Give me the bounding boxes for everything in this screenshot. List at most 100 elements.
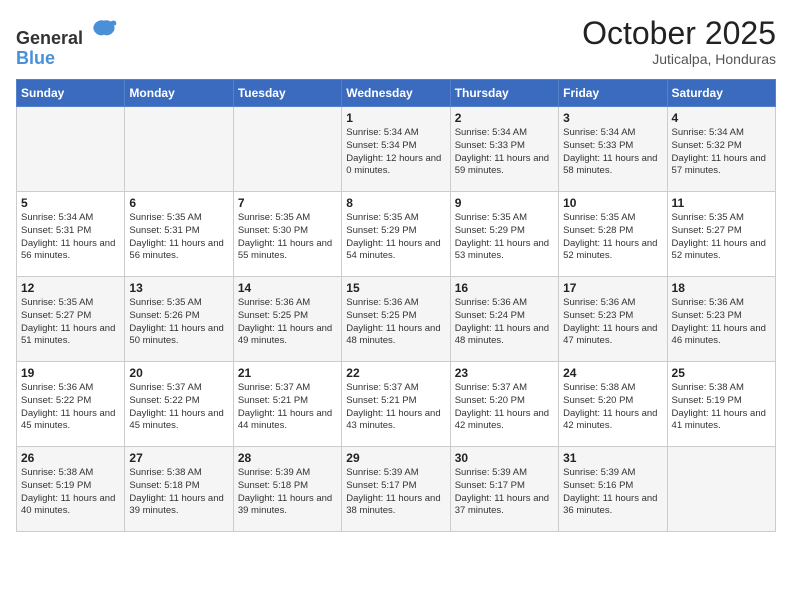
day-info: Sunrise: 5:35 AMSunset: 5:27 PMDaylight:… xyxy=(672,212,771,263)
week-row-1: 1Sunrise: 5:34 AMSunset: 5:34 PMDaylight… xyxy=(17,107,776,192)
calendar-cell: 19Sunrise: 5:36 AMSunset: 5:22 PMDayligh… xyxy=(17,362,125,447)
calendar-cell: 14 Sunrise: 5:36 AMSunset: 5:25 PMDayligh… xyxy=(233,277,341,362)
calendar-cell: 30 Sunrise: 5:39 AMSunset: 5:17 PMDayligh… xyxy=(450,447,558,532)
day-info: Sunrise: 5:35 AMSunset: 5:28 PMDaylight:… xyxy=(563,212,662,263)
day-number: 7 xyxy=(238,196,337,210)
day-info: Sunrise: 5:38 AMSunset: 5:20 PMDaylight:… xyxy=(563,382,662,433)
day-number: 18 xyxy=(672,281,771,295)
logo: General Blue xyxy=(16,16,118,69)
calendar-cell: 1Sunrise: 5:34 AMSunset: 5:34 PMDaylight… xyxy=(342,107,450,192)
day-number: 8 xyxy=(346,196,445,210)
calendar-cell: 16 Sunrise: 5:36 AMSunset: 5:24 PMDayligh… xyxy=(450,277,558,362)
week-row-4: 19Sunrise: 5:36 AMSunset: 5:22 PMDayligh… xyxy=(17,362,776,447)
day-info: Sunrise: 5:35 AMSunset: 5:29 PMDaylight:… xyxy=(455,212,554,263)
day-info: Sunrise: 5:38 AMSunset: 5:19 PMDaylight:… xyxy=(21,467,120,518)
day-number: 3 xyxy=(563,111,662,125)
calendar-cell: 21Sunrise: 5:37 AMSunset: 5:21 PMDayligh… xyxy=(233,362,341,447)
day-number: 13 xyxy=(129,281,228,295)
day-info: Sunrise: 5:35 AMSunset: 5:26 PMDaylight:… xyxy=(129,297,228,348)
col-header-monday: Monday xyxy=(125,80,233,107)
col-header-sunday: Sunday xyxy=(17,80,125,107)
day-info: Sunrise: 5:36 AMSunset: 5:22 PMDaylight:… xyxy=(21,382,120,433)
day-info: Sunrise: 5:34 AMSunset: 5:32 PMDaylight:… xyxy=(672,127,771,178)
day-info: Sunrise: 5:36 AMSunset: 5:25 PMDaylight:… xyxy=(346,297,445,348)
day-info: Sunrise: 5:34 AMSunset: 5:31 PMDaylight:… xyxy=(21,212,120,263)
calendar-cell: 6 Sunrise: 5:35 AMSunset: 5:31 PMDaylight… xyxy=(125,192,233,277)
calendar-cell: 25Sunrise: 5:38 AMSunset: 5:19 PMDayligh… xyxy=(667,362,775,447)
calendar-cell: 15Sunrise: 5:36 AMSunset: 5:25 PMDayligh… xyxy=(342,277,450,362)
day-number: 4 xyxy=(672,111,771,125)
day-info: Sunrise: 5:37 AMSunset: 5:21 PMDaylight:… xyxy=(346,382,445,433)
day-info: Sunrise: 5:38 AMSunset: 5:18 PMDaylight:… xyxy=(129,467,228,518)
calendar-cell: 17Sunrise: 5:36 AMSunset: 5:23 PMDayligh… xyxy=(559,277,667,362)
calendar-cell: 20 Sunrise: 5:37 AMSunset: 5:22 PMDayligh… xyxy=(125,362,233,447)
day-info: Sunrise: 5:36 AMSunset: 5:24 PMDaylight:… xyxy=(455,297,554,348)
day-number: 26 xyxy=(21,451,120,465)
month-title: October 2025 xyxy=(582,16,776,51)
calendar-cell: 12 Sunrise: 5:35 AMSunset: 5:27 PMDayligh… xyxy=(17,277,125,362)
calendar-cell: 11 Sunrise: 5:35 AMSunset: 5:27 PMDayligh… xyxy=(667,192,775,277)
logo-blue: Blue xyxy=(16,48,55,68)
day-info: Sunrise: 5:39 AMSunset: 5:18 PMDaylight:… xyxy=(238,467,337,518)
day-info: Sunrise: 5:34 AMSunset: 5:33 PMDaylight:… xyxy=(455,127,554,178)
calendar-cell xyxy=(17,107,125,192)
title-block: October 2025 Juticalpa, Honduras xyxy=(582,16,776,67)
day-info: Sunrise: 5:36 AMSunset: 5:25 PMDaylight:… xyxy=(238,297,337,348)
calendar-cell: 8 Sunrise: 5:35 AMSunset: 5:29 PMDaylight… xyxy=(342,192,450,277)
location-subtitle: Juticalpa, Honduras xyxy=(582,51,776,67)
calendar-cell: 13 Sunrise: 5:35 AMSunset: 5:26 PMDayligh… xyxy=(125,277,233,362)
day-number: 6 xyxy=(129,196,228,210)
day-info: Sunrise: 5:37 AMSunset: 5:21 PMDaylight:… xyxy=(238,382,337,433)
day-info: Sunrise: 5:37 AMSunset: 5:20 PMDaylight:… xyxy=(455,382,554,433)
day-info: Sunrise: 5:35 AMSunset: 5:31 PMDaylight:… xyxy=(129,212,228,263)
col-header-wednesday: Wednesday xyxy=(342,80,450,107)
day-info: Sunrise: 5:35 AMSunset: 5:27 PMDaylight:… xyxy=(21,297,120,348)
day-number: 9 xyxy=(455,196,554,210)
calendar-cell xyxy=(125,107,233,192)
calendar-cell: 18 Sunrise: 5:36 AMSunset: 5:23 PMDayligh… xyxy=(667,277,775,362)
col-header-friday: Friday xyxy=(559,80,667,107)
day-number: 16 xyxy=(455,281,554,295)
calendar-cell xyxy=(233,107,341,192)
day-number: 11 xyxy=(672,196,771,210)
calendar-cell xyxy=(667,447,775,532)
day-number: 5 xyxy=(21,196,120,210)
calendar-cell: 28 Sunrise: 5:39 AMSunset: 5:18 PMDayligh… xyxy=(233,447,341,532)
day-info: Sunrise: 5:34 AMSunset: 5:33 PMDaylight:… xyxy=(563,127,662,178)
day-number: 30 xyxy=(455,451,554,465)
day-number: 31 xyxy=(563,451,662,465)
day-number: 24 xyxy=(563,366,662,380)
day-number: 20 xyxy=(129,366,228,380)
calendar-cell: 2 Sunrise: 5:34 AMSunset: 5:33 PMDaylight… xyxy=(450,107,558,192)
day-number: 10 xyxy=(563,196,662,210)
col-header-saturday: Saturday xyxy=(667,80,775,107)
calendar-cell: 22Sunrise: 5:37 AMSunset: 5:21 PMDayligh… xyxy=(342,362,450,447)
day-info: Sunrise: 5:39 AMSunset: 5:17 PMDaylight:… xyxy=(346,467,445,518)
day-info: Sunrise: 5:35 AMSunset: 5:30 PMDaylight:… xyxy=(238,212,337,263)
day-info: Sunrise: 5:39 AMSunset: 5:17 PMDaylight:… xyxy=(455,467,554,518)
day-info: Sunrise: 5:37 AMSunset: 5:22 PMDaylight:… xyxy=(129,382,228,433)
day-info: Sunrise: 5:36 AMSunset: 5:23 PMDaylight:… xyxy=(563,297,662,348)
calendar-cell: 24 Sunrise: 5:38 AMSunset: 5:20 PMDayligh… xyxy=(559,362,667,447)
day-info: Sunrise: 5:38 AMSunset: 5:19 PMDaylight:… xyxy=(672,382,771,433)
day-number: 2 xyxy=(455,111,554,125)
calendar-cell: 7 Sunrise: 5:35 AMSunset: 5:30 PMDaylight… xyxy=(233,192,341,277)
day-number: 23 xyxy=(455,366,554,380)
calendar-cell: 5 Sunrise: 5:34 AMSunset: 5:31 PMDaylight… xyxy=(17,192,125,277)
day-number: 14 xyxy=(238,281,337,295)
day-info: Sunrise: 5:35 AMSunset: 5:29 PMDaylight:… xyxy=(346,212,445,263)
logo-general: General xyxy=(16,28,83,48)
day-number: 28 xyxy=(238,451,337,465)
day-info: Sunrise: 5:36 AMSunset: 5:23 PMDaylight:… xyxy=(672,297,771,348)
week-row-5: 26 Sunrise: 5:38 AMSunset: 5:19 PMDayligh… xyxy=(17,447,776,532)
calendar-cell: 4 Sunrise: 5:34 AMSunset: 5:32 PMDaylight… xyxy=(667,107,775,192)
calendar-cell: 31 Sunrise: 5:39 AMSunset: 5:16 PMDayligh… xyxy=(559,447,667,532)
week-row-2: 5 Sunrise: 5:34 AMSunset: 5:31 PMDaylight… xyxy=(17,192,776,277)
logo-line1: General xyxy=(16,16,118,49)
day-info: Sunrise: 5:39 AMSunset: 5:16 PMDaylight:… xyxy=(563,467,662,518)
day-number: 12 xyxy=(21,281,120,295)
week-row-3: 12 Sunrise: 5:35 AMSunset: 5:27 PMDayligh… xyxy=(17,277,776,362)
col-header-thursday: Thursday xyxy=(450,80,558,107)
logo-bird-icon xyxy=(90,16,118,44)
calendar-cell: 27Sunrise: 5:38 AMSunset: 5:18 PMDayligh… xyxy=(125,447,233,532)
